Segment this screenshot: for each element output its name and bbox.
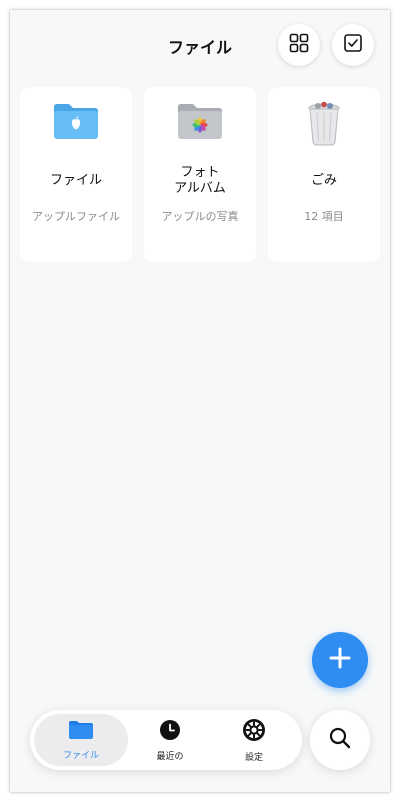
header: ファイル <box>10 10 390 80</box>
card-photo-album[interactable]: フォト アルバム アップルの写真 <box>144 87 256 262</box>
checkbox-select-icon <box>343 33 363 57</box>
tab-settings-label: 設定 <box>244 752 263 763</box>
card-trash-subtitle: 12 項目 <box>304 210 344 223</box>
card-photo-album-subtitle: アップルの写真 <box>161 210 239 223</box>
photos-folder-icon <box>144 101 256 149</box>
blue-apple-folder-icon <box>20 101 132 149</box>
card-files-name: ファイル <box>49 173 102 188</box>
gear-icon <box>242 718 266 746</box>
tab-recent[interactable]: 最近の <box>130 714 210 766</box>
clock-icon <box>159 719 181 745</box>
grid-view-button[interactable] <box>278 24 320 66</box>
select-button[interactable] <box>332 24 374 66</box>
tab-settings[interactable]: 設定 <box>214 714 294 766</box>
card-files-subtitle: アップルファイル <box>32 210 120 223</box>
tab-files[interactable]: ファイル <box>34 714 128 766</box>
add-button[interactable] <box>312 632 368 688</box>
tab-bar: ファイル 最近の 設定 <box>30 710 302 770</box>
search-icon <box>328 726 352 754</box>
card-files[interactable]: ファイル アップルファイル <box>20 87 132 262</box>
files-app-screen: ファイル ファイル アップルファイル フォト アルバム アップルの写真 ごみ 1… <box>10 10 390 792</box>
card-trash[interactable]: ごみ 12 項目 <box>268 87 380 262</box>
grid-view-icon <box>289 33 309 57</box>
search-button[interactable] <box>310 710 370 770</box>
plus-icon <box>329 647 351 673</box>
card-photo-album-name: フォト アルバム <box>174 165 226 196</box>
tab-recent-label: 最近の <box>156 751 184 762</box>
storage-locations: ファイル アップルファイル フォト アルバム アップルの写真 ごみ 12 項目 <box>20 87 380 262</box>
folder-icon <box>68 720 94 744</box>
card-trash-name: ごみ <box>310 173 337 188</box>
tab-files-label: ファイル <box>62 750 99 761</box>
trash-can-icon <box>268 101 380 149</box>
